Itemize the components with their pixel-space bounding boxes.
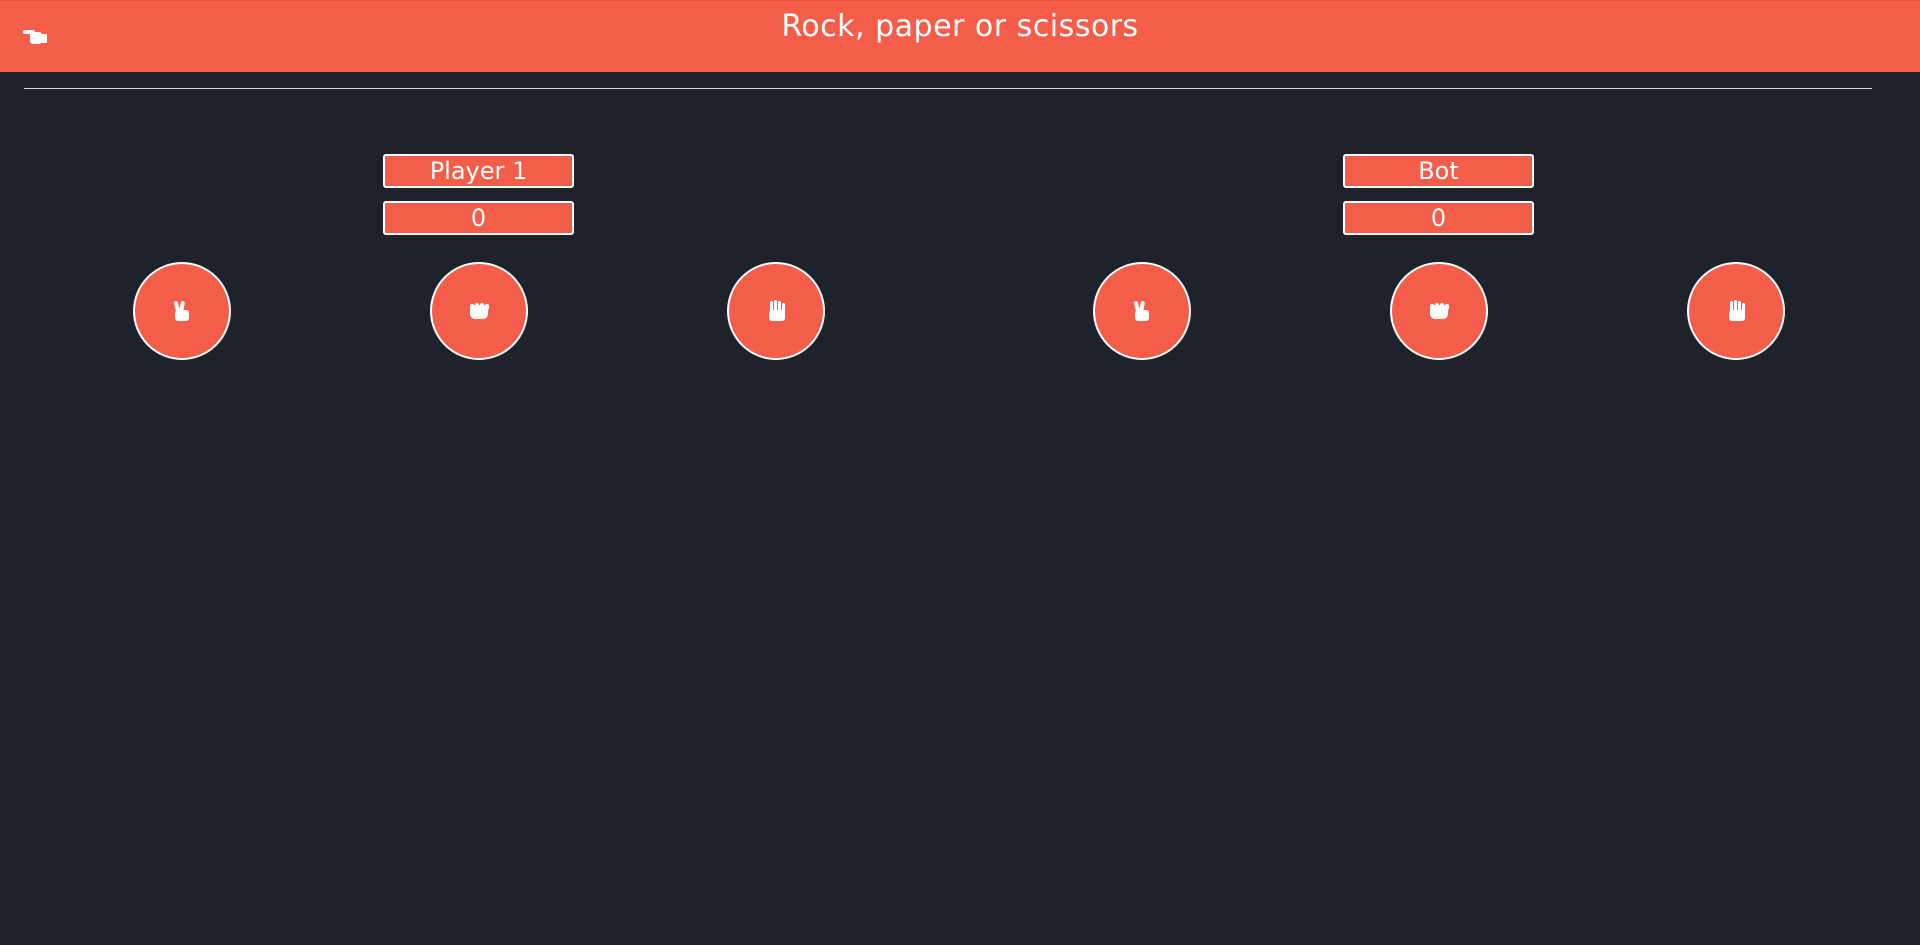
paper-hand-icon [769,300,785,321]
player-name: Player 1 [383,154,574,188]
header-divider [24,88,1872,89]
bot-score: 0 [1343,201,1534,235]
paper-hand-icon [1729,300,1745,321]
page-title: Rock, paper or scissors [781,9,1139,44]
bot-rock-button[interactable] [1390,262,1488,360]
bot-paper-button[interactable] [1687,262,1785,360]
player-scissors-button[interactable] [133,262,231,360]
bot-name: Bot [1343,154,1534,188]
bot-scissors-button[interactable] [1093,262,1191,360]
player-rock-button[interactable] [430,262,528,360]
app-header: Rock, paper or scissors [0,0,1920,72]
player-paper-button[interactable] [727,262,825,360]
rock-hand-icon [1430,303,1449,319]
player-score: 0 [383,201,574,235]
scissors-hand-icon [1133,301,1149,321]
rock-hand-icon [470,303,489,319]
scissors-hand-icon [173,301,189,321]
